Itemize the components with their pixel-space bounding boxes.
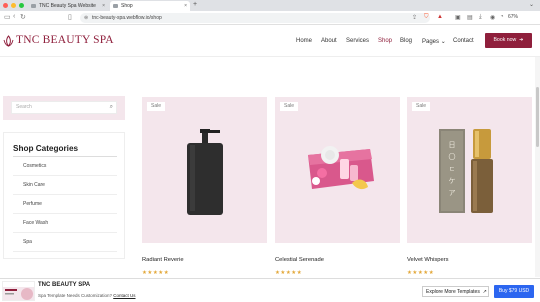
brave-shield-icon[interactable]: ⛉ bbox=[424, 14, 429, 21]
tab-list-chevron-icon[interactable]: ⌄ bbox=[529, 1, 534, 8]
product-name[interactable]: Radiant Reverie bbox=[142, 257, 184, 263]
search-icon[interactable]: ⌕ bbox=[110, 102, 113, 113]
maximize-window-button[interactable] bbox=[19, 3, 24, 8]
product-card-velvet-whispers[interactable]: Sale 日 〇 ㄷ ケ ア bbox=[407, 97, 532, 243]
svg-text:ㄷ: ㄷ bbox=[449, 165, 455, 173]
product-name[interactable]: Velvet Whispers bbox=[407, 257, 449, 263]
site-header: TNC BEAUTY SPA Home About Services Shop … bbox=[0, 25, 540, 57]
page-scrollbar[interactable] bbox=[535, 57, 540, 277]
buy-template-button[interactable]: Buy $79 USD bbox=[494, 285, 534, 298]
new-tab-icon[interactable]: + bbox=[193, 1, 197, 8]
arrow-right-icon: ➜ bbox=[517, 37, 524, 43]
shop-categories-panel: Shop Categories Cosmetics Skin Care Perf… bbox=[3, 132, 125, 259]
profile-icon[interactable]: ◉ bbox=[490, 14, 495, 21]
site-info-icon[interactable]: ⊜ bbox=[84, 13, 88, 23]
share-icon[interactable]: ⇪ bbox=[412, 14, 417, 21]
browser-tab-bar: TNC Beauty Spa Website Page ... × Shop ×… bbox=[0, 0, 540, 19]
category-skin-care[interactable]: Skin Care bbox=[13, 176, 117, 195]
nav-pages[interactable]: Pages ⌄ bbox=[422, 38, 446, 45]
svg-text:〇: 〇 bbox=[449, 153, 456, 161]
template-promo-bar: TNC BEAUTY SPA Spa Template Needs Custom… bbox=[0, 278, 540, 302]
product-card-celestial-serenade[interactable]: Sale bbox=[275, 97, 400, 243]
external-link-icon: ↗ bbox=[481, 289, 487, 295]
nav-home[interactable]: Home bbox=[296, 38, 312, 44]
chevron-down-icon: ⌄ bbox=[440, 39, 446, 45]
sale-badge: Sale bbox=[147, 102, 165, 111]
explore-label: Explore More Templates bbox=[426, 289, 480, 295]
svg-text:日: 日 bbox=[449, 141, 456, 149]
browser-tab-1[interactable]: TNC Beauty Spa Website Page ... × bbox=[28, 1, 108, 19]
close-window-button[interactable] bbox=[3, 3, 8, 8]
browser-tab-2[interactable]: Shop × bbox=[110, 1, 190, 11]
template-subtitle-text: Spa Template Needs Customization? bbox=[38, 293, 112, 298]
sale-badge: Sale bbox=[412, 102, 430, 111]
extensions-icon[interactable]: ▣ bbox=[455, 14, 461, 21]
url-text: tnc-beauty-spa.webflow.io/shop bbox=[92, 15, 162, 21]
close-tab-icon[interactable]: × bbox=[184, 1, 187, 11]
svg-text:ケ: ケ bbox=[449, 177, 456, 185]
spa-set-image bbox=[308, 146, 374, 190]
black-pump-bottle-image bbox=[187, 129, 223, 215]
battery-level: 67% bbox=[508, 14, 519, 20]
favicon-icon bbox=[31, 4, 36, 8]
reload-icon[interactable]: ↻ bbox=[20, 13, 26, 21]
rating-stars: ★★★★★ bbox=[407, 270, 435, 276]
nav-contact[interactable]: Contact bbox=[453, 38, 474, 44]
sidebar-toggle-icon[interactable]: ▭ bbox=[4, 13, 11, 21]
svg-text:ア: ア bbox=[449, 189, 456, 197]
book-now-label: Book now bbox=[493, 37, 517, 43]
url-field[interactable]: ⊜ tnc-beauty-spa.webflow.io/shop bbox=[80, 13, 430, 23]
product-card-radiant-reverie[interactable]: Sale bbox=[142, 97, 267, 243]
search-placeholder: Search bbox=[16, 104, 32, 110]
address-bar-row: ▭ ‹ ↻ ▯ ⊜ tnc-beauty-spa.webflow.io/shop… bbox=[0, 11, 540, 25]
logo-text: TNC BEAUTY SPA bbox=[16, 34, 114, 46]
sale-badge: Sale bbox=[280, 102, 298, 111]
bookmark-icon[interactable]: ▯ bbox=[68, 13, 72, 21]
nav-pages-label: Pages bbox=[422, 39, 440, 45]
window-controls bbox=[3, 3, 24, 8]
product-name[interactable]: Celestial Serenade bbox=[275, 257, 324, 263]
rating-stars: ★★★★★ bbox=[275, 270, 303, 276]
favicon-icon bbox=[113, 4, 118, 8]
rewards-icon[interactable]: ▲ bbox=[437, 14, 443, 20]
lotus-logo-icon bbox=[3, 34, 14, 47]
downloads-icon[interactable]: ⤓ bbox=[479, 14, 482, 21]
shop-content: Search ⌕ Shop Categories Cosmetics Skin … bbox=[0, 57, 540, 277]
contact-us-link[interactable]: Contact Us bbox=[113, 293, 135, 298]
category-face-wash[interactable]: Face Wash bbox=[13, 214, 117, 233]
minimize-window-button[interactable] bbox=[11, 3, 16, 8]
template-thumbnail bbox=[2, 281, 35, 301]
tab-title: Shop bbox=[121, 3, 133, 9]
nav-about[interactable]: About bbox=[321, 38, 337, 44]
back-icon[interactable]: ‹ bbox=[13, 13, 15, 20]
wifi-icon: ◔ bbox=[500, 14, 504, 20]
category-perfume[interactable]: Perfume bbox=[13, 195, 117, 214]
search-panel: Search ⌕ bbox=[3, 96, 125, 120]
categories-title: Shop Categories bbox=[13, 144, 79, 153]
template-subtitle: Spa Template Needs Customization? Contac… bbox=[38, 293, 136, 298]
category-spa[interactable]: Spa bbox=[13, 233, 117, 252]
category-cosmetics[interactable]: Cosmetics bbox=[13, 157, 117, 176]
wallet-icon[interactable]: ▤ bbox=[467, 14, 473, 21]
serum-bottle-box-image: 日 〇 ㄷ ケ ア bbox=[439, 129, 493, 213]
nav-blog[interactable]: Blog bbox=[400, 38, 412, 44]
close-tab-icon[interactable]: × bbox=[102, 1, 105, 11]
site-logo[interactable]: TNC BEAUTY SPA bbox=[3, 34, 114, 47]
explore-templates-button[interactable]: Explore More Templates ↗ bbox=[422, 286, 489, 297]
scrollbar-thumb[interactable] bbox=[536, 87, 539, 147]
book-now-button[interactable]: Book now ➜ bbox=[485, 33, 532, 48]
template-title: TNC BEAUTY SPA bbox=[38, 282, 91, 288]
nav-shop[interactable]: Shop bbox=[378, 38, 392, 44]
rating-stars: ★★★★★ bbox=[142, 270, 170, 276]
search-input[interactable]: Search ⌕ bbox=[11, 101, 117, 114]
nav-services[interactable]: Services bbox=[346, 38, 369, 44]
